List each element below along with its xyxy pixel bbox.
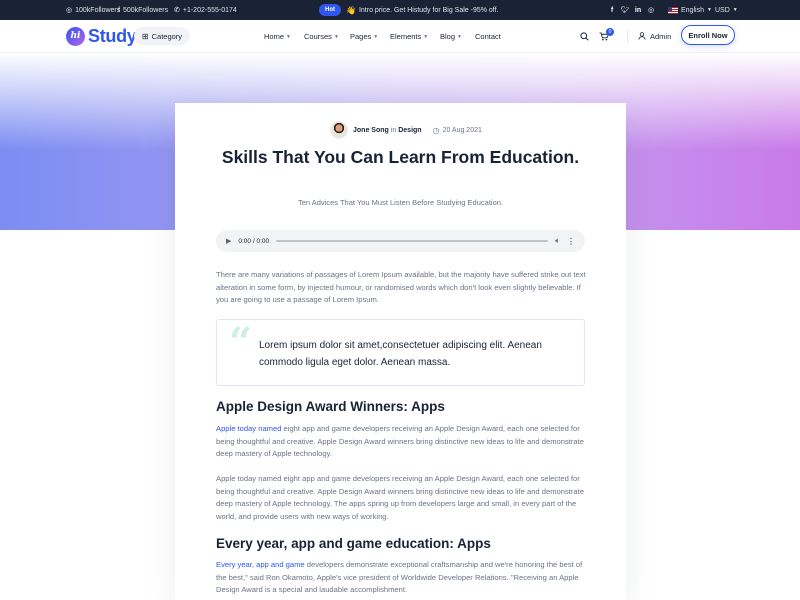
logo-mark: hi bbox=[66, 26, 85, 46]
section-heading-2: Every year, app and game education: Apps bbox=[216, 536, 491, 551]
chevron-down-icon: ▼ bbox=[333, 33, 339, 40]
admin-label: Admin bbox=[650, 32, 672, 41]
phone-number: +1-202-555-0174 bbox=[182, 6, 237, 14]
nav-label: Courses bbox=[304, 32, 332, 41]
volume-icon[interactable]: 🔈︎ bbox=[555, 236, 560, 246]
nav-label: Blog bbox=[440, 32, 456, 41]
clock-icon: ◷ bbox=[432, 125, 440, 135]
main-header: hi Study ⊞ Category Home ▼ Courses ▼ Pag… bbox=[0, 20, 800, 53]
chevron-down-icon: ▼ bbox=[423, 33, 429, 40]
user-icon bbox=[638, 31, 646, 42]
nav-blog[interactable]: Blog ▼ bbox=[440, 20, 462, 53]
chevron-down-icon: ▼ bbox=[732, 7, 738, 13]
phone-icon: ✆ bbox=[174, 7, 180, 14]
twitter-icon[interactable]: 🐦︎ bbox=[620, 0, 630, 20]
followers-link-1[interactable]: ◎ 100kFollowers bbox=[66, 0, 120, 20]
article-date: 20 Aug 2021 bbox=[442, 126, 482, 134]
nav-elements[interactable]: Elements ▼ bbox=[390, 20, 428, 53]
audio-time: 0:00 / 0:00 bbox=[238, 237, 270, 245]
cart-icon[interactable] bbox=[599, 20, 609, 53]
instagram-icon: ◎ bbox=[66, 7, 73, 14]
nav-label: Home bbox=[264, 32, 285, 41]
paragraph-3: Every year, app and game developers demo… bbox=[216, 559, 586, 597]
followers-link-2[interactable]: f 500kFollowers bbox=[118, 0, 168, 20]
promo-text: Intro price. Get Histudy for Big Sale -9… bbox=[358, 6, 499, 14]
language-select[interactable]: English ▼ bbox=[668, 0, 712, 20]
followers-count-1: 100kFollowers bbox=[75, 6, 121, 14]
nav-pages[interactable]: Pages ▼ bbox=[350, 20, 378, 53]
paragraph-1: Apple today named eight app and game dev… bbox=[216, 423, 586, 461]
every-year-link[interactable]: Every year, app and game bbox=[216, 560, 305, 569]
facebook-icon: f bbox=[118, 6, 120, 14]
audio-player[interactable]: ▶ 0:00 / 0:00 🔈︎ ⋮ bbox=[216, 230, 585, 252]
audio-progress-track[interactable] bbox=[276, 240, 549, 242]
logo-text: Study bbox=[88, 25, 137, 46]
currency-select[interactable]: USD ▼ bbox=[715, 0, 738, 20]
play-icon[interactable]: ▶ bbox=[226, 237, 231, 245]
nav-label: Pages bbox=[350, 32, 372, 41]
currency-label: USD bbox=[715, 6, 730, 14]
phone-link[interactable]: ✆ +1-202-555-0174 bbox=[174, 0, 237, 20]
article-card: Jone Song in Design ◷ 20 Aug 2021 Skills… bbox=[175, 103, 626, 600]
quote-text: Lorem ipsum dolor sit amet,consectetuer … bbox=[259, 340, 542, 368]
author-avatar[interactable] bbox=[330, 121, 348, 139]
article-subtitle: Ten Advices That You Must Listen Before … bbox=[298, 198, 503, 207]
wave-emoji-icon: 👋 bbox=[346, 5, 356, 15]
chevron-down-icon: ▼ bbox=[457, 33, 462, 40]
nav-label: Elements bbox=[390, 32, 422, 41]
article-meta: Jone Song in Design ◷ 20 Aug 2021 bbox=[330, 120, 482, 140]
section-heading-1: Apple Design Award Winners: Apps bbox=[216, 399, 445, 414]
category-button[interactable]: ⊞ Category bbox=[134, 27, 190, 45]
intro-paragraph: There are many variations of passages of… bbox=[216, 270, 586, 305]
nav-courses[interactable]: Courses ▼ bbox=[304, 20, 339, 53]
chevron-down-icon: ▼ bbox=[706, 7, 712, 13]
cart-count-badge: 0 bbox=[606, 28, 614, 36]
linkedin-icon[interactable]: in bbox=[633, 0, 643, 20]
in-word: in bbox=[390, 126, 397, 134]
site-logo[interactable]: hi Study bbox=[66, 25, 137, 47]
search-icon[interactable] bbox=[580, 20, 589, 53]
apple-today-named-link[interactable]: Apple today named bbox=[216, 424, 281, 433]
blockquote: “ Lorem ipsum dolor sit amet,consectetue… bbox=[216, 319, 585, 386]
admin-menu[interactable]: Admin bbox=[638, 20, 671, 53]
chevron-down-icon: ▼ bbox=[373, 33, 379, 40]
article-title: Skills That You Can Learn From Education… bbox=[221, 147, 580, 167]
facebook-icon[interactable]: f bbox=[607, 0, 617, 20]
promo-banner[interactable]: 👋 Intro price. Get Histudy for Big Sale … bbox=[346, 0, 499, 20]
more-options-icon[interactable]: ⋮ bbox=[567, 237, 575, 246]
divider bbox=[627, 30, 628, 43]
paragraph-2: Apple today named eight app and game dev… bbox=[216, 474, 584, 521]
us-flag-icon bbox=[668, 6, 678, 14]
top-bar: ◎ 100kFollowers f 500kFollowers ✆ +1-202… bbox=[0, 0, 800, 20]
instagram-icon[interactable]: ◎ bbox=[646, 0, 656, 20]
nav-home[interactable]: Home ▼ bbox=[264, 20, 291, 53]
chevron-down-icon: ▼ bbox=[286, 33, 291, 40]
article-category[interactable]: Design bbox=[398, 127, 421, 134]
author-name[interactable]: Jone Song bbox=[353, 127, 389, 134]
enroll-now-button[interactable]: Enroll Now bbox=[681, 25, 735, 45]
hot-badge: Hot bbox=[319, 4, 341, 16]
language-label: English bbox=[681, 6, 704, 14]
nav-label: Contact bbox=[475, 32, 501, 41]
category-label: Category bbox=[151, 31, 183, 41]
followers-count-2: 500kFollowers bbox=[122, 6, 169, 14]
nav-contact[interactable]: Contact bbox=[475, 20, 501, 53]
quote-icon: “ bbox=[229, 319, 253, 366]
grid-icon: ⊞ bbox=[141, 31, 149, 41]
